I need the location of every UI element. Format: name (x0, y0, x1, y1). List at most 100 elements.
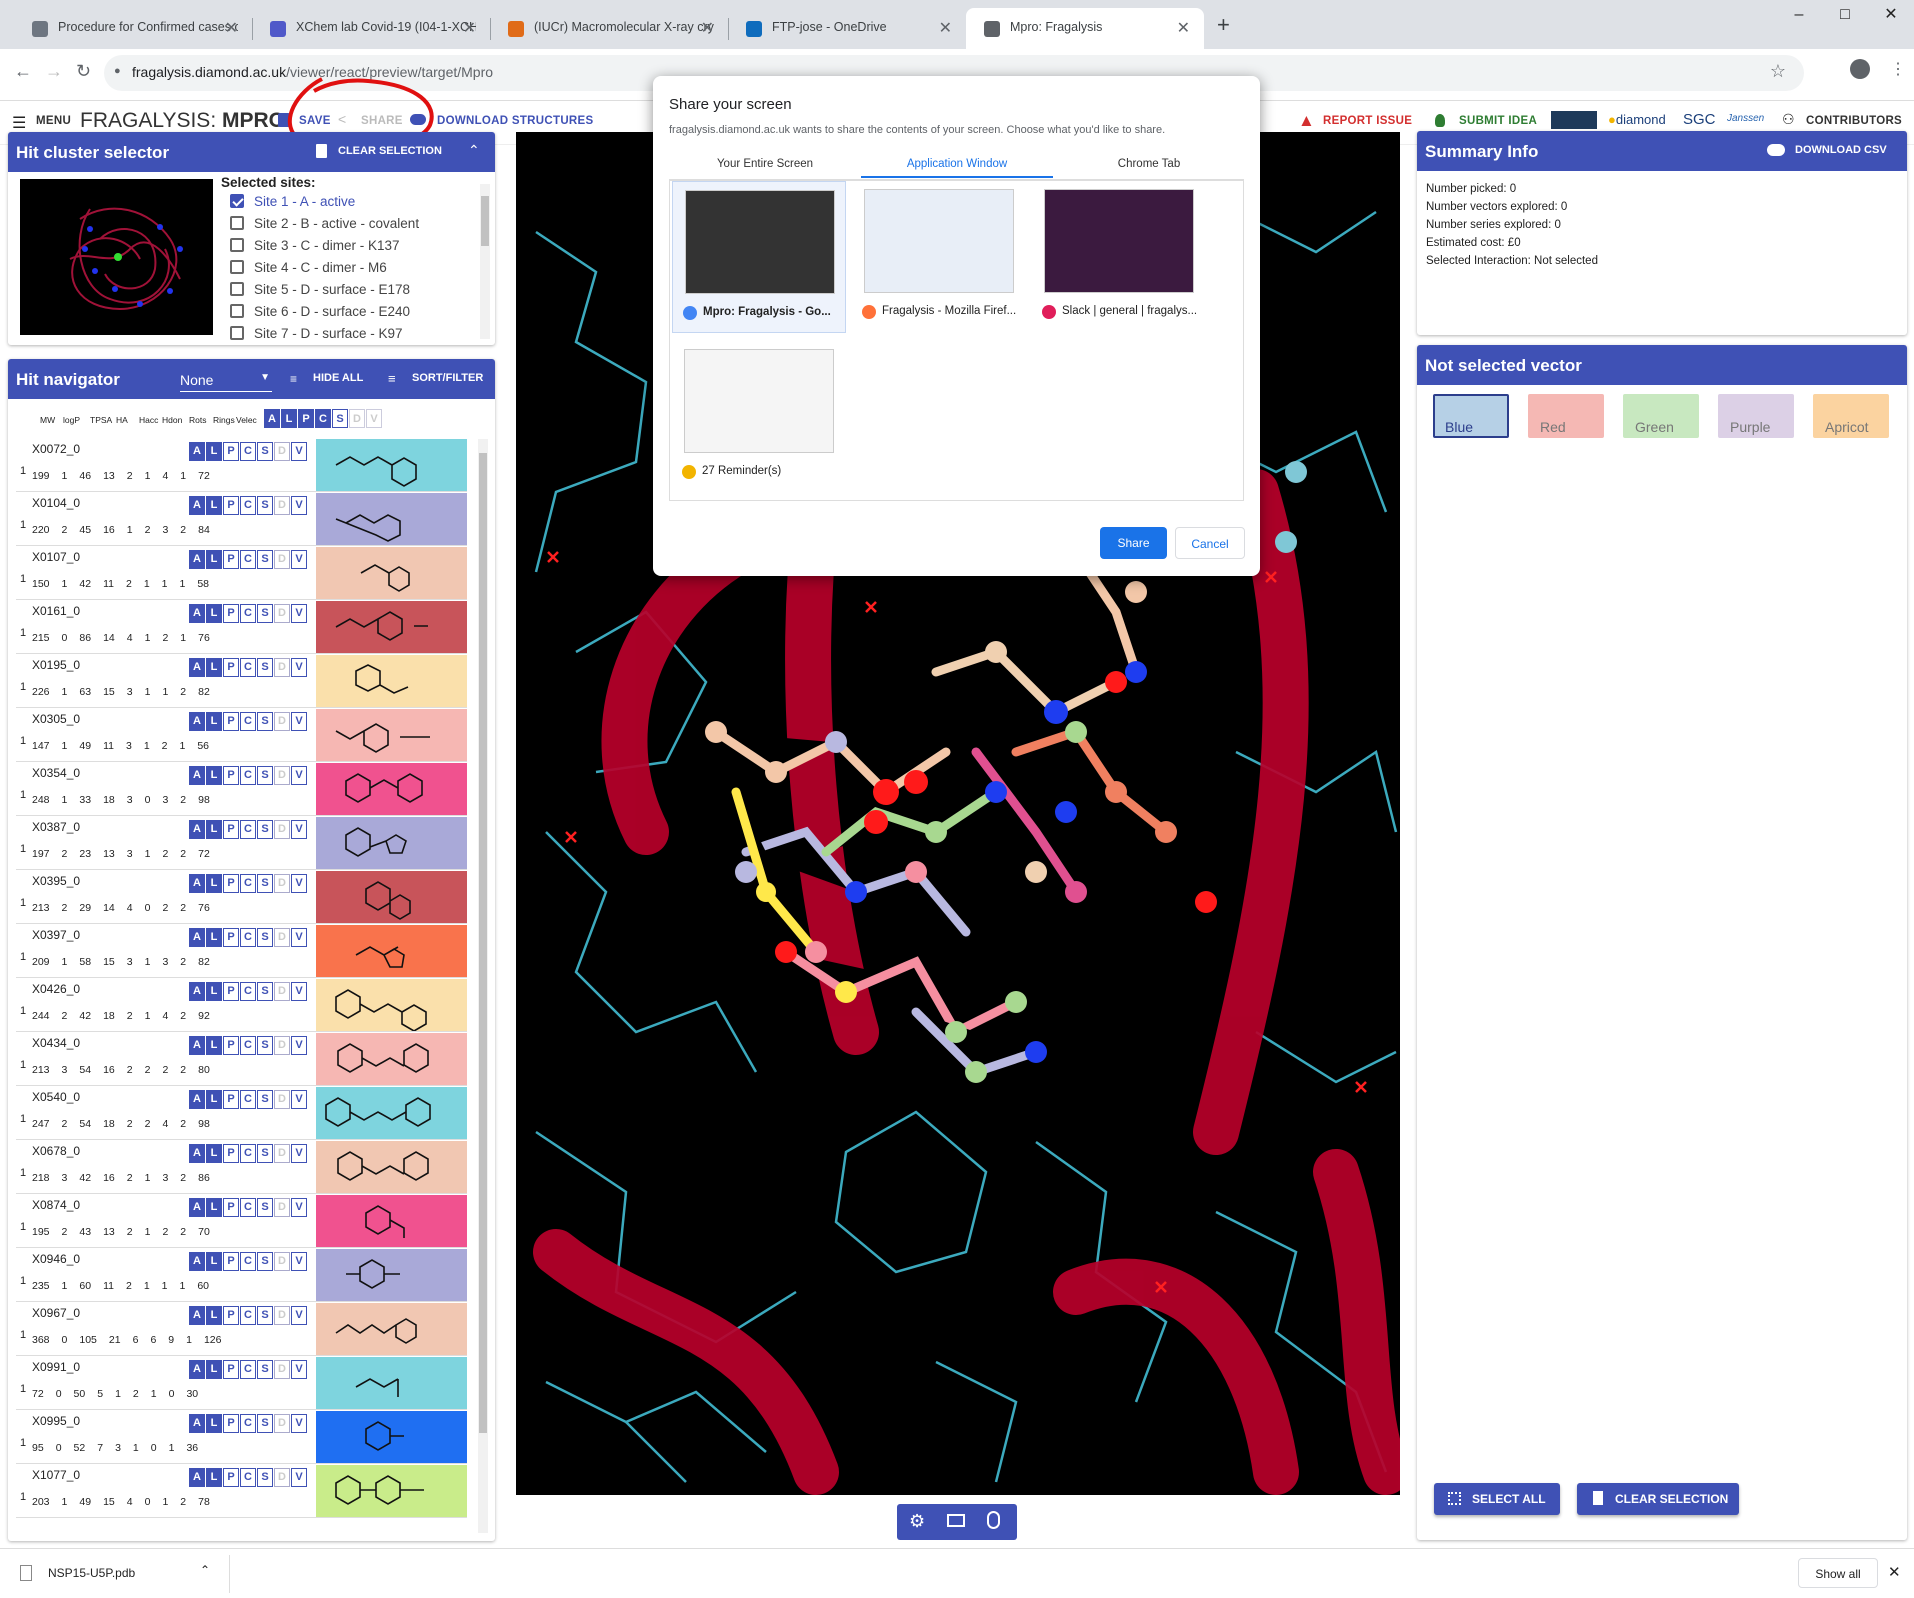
hit-toggle-v[interactable]: V (291, 874, 307, 893)
select-all-button[interactable]: SELECT ALL (1434, 1483, 1560, 1515)
hit-toggle-l[interactable]: L (206, 1090, 222, 1109)
close-tab-icon[interactable]: ✕ (701, 18, 714, 38)
download-csv-button[interactable]: DOWNLOAD CSV (1795, 144, 1887, 156)
hit-toggle-l[interactable]: L (206, 1144, 222, 1163)
contributors-button[interactable]: CONTRIBUTORS (1806, 115, 1902, 127)
hit-toggle-c[interactable]: C (240, 1090, 256, 1109)
hit-toggle-s[interactable]: S (257, 658, 273, 677)
hit-toggle-d[interactable]: D (274, 604, 290, 623)
hit-toggle-v[interactable]: V (291, 766, 307, 785)
browser-tab[interactable]: (IUCr) Macromolecular X-ray cry ✕ (490, 8, 728, 49)
site-checkbox[interactable] (230, 282, 244, 296)
hit-row[interactable]: 1 X0967_0 368 0 105 21 6 6 9 1 126 A L P C S D V (16, 1303, 467, 1356)
browser-tab[interactable]: FTP-jose - OneDrive ✕ (728, 8, 966, 49)
hit-toggle-s[interactable]: S (257, 1306, 273, 1325)
browser-tab[interactable]: Mpro: Fragalysis ✕ (966, 8, 1204, 49)
browser-tab[interactable]: XChem lab Covid-19 (I04-1-XCH ✕ (252, 8, 490, 49)
hit-toggle-a[interactable]: A (189, 820, 205, 839)
hit-toggle-v[interactable]: V (291, 604, 307, 623)
hit-toggle-d[interactable]: D (274, 496, 290, 515)
hit-toggle-s[interactable]: S (257, 1198, 273, 1217)
hit-toggle-c[interactable]: C (240, 442, 256, 461)
column-header[interactable]: Hdon (162, 415, 182, 425)
hit-toggle-d[interactable]: D (274, 1036, 290, 1055)
hit-toggle-l[interactable]: L (206, 550, 222, 569)
hit-toggle-a[interactable]: A (189, 874, 205, 893)
hit-toggle-p[interactable]: P (223, 712, 239, 731)
hit-toggle-s[interactable]: S (257, 442, 273, 461)
hit-toggle-c[interactable]: C (240, 550, 256, 569)
hit-toggle-d[interactable]: D (274, 1468, 290, 1487)
hit-toggle-a[interactable]: A (189, 658, 205, 677)
global-toggle-a[interactable]: A (264, 409, 280, 428)
back-icon[interactable]: ← (14, 61, 32, 82)
hit-toggle-p[interactable]: P (223, 442, 239, 461)
column-header[interactable]: Velec (236, 415, 257, 425)
hit-toggle-v[interactable]: V (291, 1414, 307, 1433)
global-toggle-c[interactable]: C (315, 409, 331, 428)
hit-toggle-a[interactable]: A (189, 1090, 205, 1109)
window-option[interactable]: Slack | general | fragalys... (1032, 181, 1206, 333)
hit-toggle-l[interactable]: L (206, 712, 222, 731)
hit-toggle-l[interactable]: L (206, 496, 222, 515)
hit-toggle-l[interactable]: L (206, 766, 222, 785)
close-window-button[interactable]: ✕ (1868, 0, 1914, 30)
hit-toggle-s[interactable]: S (257, 1090, 273, 1109)
cancel-button[interactable]: Cancel (1175, 527, 1245, 559)
hit-toggle-d[interactable]: D (274, 1252, 290, 1271)
hit-toggle-v[interactable]: V (291, 496, 307, 515)
hit-toggle-v[interactable]: V (291, 820, 307, 839)
star-icon[interactable]: ☆ (1770, 61, 1786, 82)
hit-toggle-c[interactable]: C (240, 820, 256, 839)
hit-toggle-v[interactable]: V (291, 1198, 307, 1217)
hit-toggle-p[interactable]: P (223, 496, 239, 515)
hit-toggle-c[interactable]: C (240, 658, 256, 677)
hit-toggle-c[interactable]: C (240, 712, 256, 731)
hit-toggle-s[interactable]: S (257, 550, 273, 569)
hit-toggle-c[interactable]: C (240, 1036, 256, 1055)
hit-toggle-p[interactable]: P (223, 658, 239, 677)
site-option[interactable]: Site 2 - B - active - covalent (230, 216, 419, 231)
hit-toggle-a[interactable]: A (189, 928, 205, 947)
hit-toggle-s[interactable]: S (257, 1414, 273, 1433)
hit-toggle-p[interactable]: P (223, 604, 239, 623)
hit-toggle-p[interactable]: P (223, 1252, 239, 1271)
show-all-button[interactable]: Show all (1798, 1558, 1878, 1588)
vector-color-purple-button[interactable]: Purple (1718, 394, 1794, 438)
global-toggle-s[interactable]: S (332, 409, 348, 428)
hit-toggle-l[interactable]: L (206, 604, 222, 623)
collapse-icon[interactable]: ⌃ (468, 142, 480, 159)
hit-row[interactable]: 1 X0107_0 150 1 42 11 2 1 1 1 58 A L P C S D V (16, 547, 467, 600)
hit-row[interactable]: 1 X0305_0 147 1 49 11 3 1 2 1 56 A L P C S D V (16, 709, 467, 762)
hit-toggle-c[interactable]: C (240, 928, 256, 947)
profile-icon[interactable] (1850, 59, 1870, 79)
hit-toggle-p[interactable]: P (223, 1306, 239, 1325)
hit-toggle-s[interactable]: S (257, 820, 273, 839)
site-option[interactable]: Site 4 - C - dimer - M6 (230, 260, 387, 275)
hit-toggle-v[interactable]: V (291, 928, 307, 947)
hit-row[interactable]: 1 X0161_0 215 0 86 14 4 1 2 1 76 A L P C S D V (16, 601, 467, 654)
hit-toggle-p[interactable]: P (223, 928, 239, 947)
hit-toggle-l[interactable]: L (206, 1468, 222, 1487)
vector-clear-selection-button[interactable]: CLEAR SELECTION (1577, 1483, 1739, 1515)
hit-row[interactable]: 1 X0397_0 209 1 58 15 3 1 3 2 82 A L P C S D V (16, 925, 467, 978)
hit-row[interactable]: 1 X0946_0 235 1 60 11 2 1 1 1 60 A L P C S D V (16, 1249, 467, 1302)
vector-color-apricot-button[interactable]: Apricot (1813, 394, 1889, 438)
hit-toggle-a[interactable]: A (189, 766, 205, 785)
forward-icon[interactable]: → (45, 61, 63, 82)
close-tab-icon[interactable]: ✕ (1177, 18, 1190, 38)
hit-row[interactable]: 1 X0540_0 247 2 54 18 2 2 4 2 98 A L P C S D V (16, 1087, 467, 1140)
settings-icon[interactable]: ⚙ (909, 1511, 925, 1532)
reload-icon[interactable]: ↻ (76, 61, 91, 82)
hit-toggle-a[interactable]: A (189, 712, 205, 731)
hit-row[interactable]: 1 X0104_0 220 2 45 16 1 2 3 2 84 A L P C S D V (16, 493, 467, 546)
global-toggle-v[interactable]: V (366, 409, 382, 428)
hit-toggle-a[interactable]: A (189, 1144, 205, 1163)
column-header[interactable]: TPSA (90, 415, 112, 425)
site-option[interactable]: Site 7 - D - surface - K97 (230, 326, 403, 341)
hide-all-button[interactable]: HIDE ALL (313, 372, 363, 384)
column-header[interactable]: MW (40, 415, 55, 425)
share-confirm-button[interactable]: Share (1100, 527, 1167, 559)
hit-toggle-l[interactable]: L (206, 874, 222, 893)
site-checkbox[interactable] (230, 260, 244, 274)
